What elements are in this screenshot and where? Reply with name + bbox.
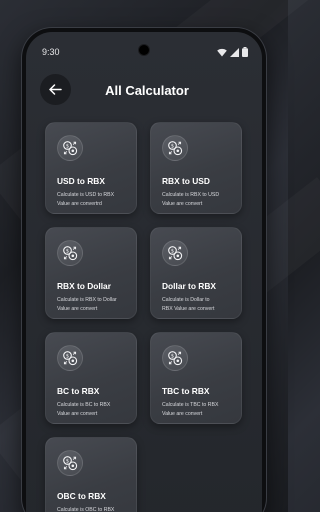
card-description-line: Value are convertrd: [57, 200, 102, 207]
calculator-card-tbc-to-rbx[interactable]: $ TBC to RBX Calculate is TBC to RBX Val…: [150, 332, 242, 424]
card-description-line: Calculate is Dollar to: [162, 297, 210, 303]
calculator-card-rbx-to-dollar[interactable]: $ RBX to Dollar Calculate is RBX to Doll…: [45, 227, 137, 319]
svg-text:$: $: [171, 248, 174, 254]
camera-cutout: [138, 44, 150, 56]
calculator-card-usd-to-rbx[interactable]: $ USD to RBX Calculate is USD to RBX Val…: [45, 122, 137, 214]
card-title: TBC to RBX: [162, 386, 210, 396]
card-description-line: RBX Value are convert: [162, 305, 215, 312]
coin-exchange-icon: $: [57, 450, 83, 476]
coin-exchange-icon: $: [57, 135, 83, 161]
card-title: OBC to RBX: [57, 491, 106, 501]
card-title: RBX to Dollar: [57, 281, 111, 291]
card-description: Calculate is Dollar to RBX Value are con…: [162, 296, 241, 313]
svg-text:$: $: [66, 248, 69, 254]
wifi-icon: [217, 48, 227, 56]
card-description-line: Calculate is USD to RBX: [57, 192, 115, 198]
card-description: Calculate is RBX to Dollar Value are con…: [57, 296, 136, 313]
battery-icon: [242, 47, 248, 57]
svg-text:$: $: [171, 143, 174, 149]
calculator-grid: $ USD to RBX Calculate is USD to RBX Val…: [45, 122, 245, 512]
card-description: Calculate is BC to RBX Value are convert: [57, 401, 136, 418]
card-description: Calculate is USD to RBX Value are conver…: [57, 191, 136, 208]
card-description-line: Calculate is RBX to USD: [162, 192, 220, 198]
arrow-left-icon: [49, 84, 62, 95]
svg-text:$: $: [66, 353, 69, 359]
calculator-card-obc-to-rbx[interactable]: $ OBC to RBX Calculate is OBC to RBX Val…: [45, 437, 137, 512]
card-description-line: Calculate is OBC to RBX: [57, 507, 115, 512]
card-description-line: Calculate is RBX to Dollar: [57, 297, 117, 303]
signal-icon: [230, 47, 239, 57]
card-title: USD to RBX: [57, 176, 105, 186]
card-description-line: Value are convert: [57, 410, 98, 417]
calculator-card-rbx-to-usd[interactable]: $ RBX to USD Calculate is RBX to USD Val…: [150, 122, 242, 214]
calculator-card-bc-to-rbx[interactable]: $ BC to RBX Calculate is BC to RBX Value…: [45, 332, 137, 424]
phone-frame: 9:30 All Calculator $ USD to RBX Calcula…: [22, 28, 266, 512]
card-title: BC to RBX: [57, 386, 100, 396]
status-bar: 9:30: [26, 32, 262, 72]
card-description: Calculate is OBC to RBX Value are conver…: [57, 506, 136, 512]
coin-exchange-icon: $: [57, 240, 83, 266]
coin-exchange-icon: $: [162, 135, 188, 161]
back-button[interactable]: [40, 74, 71, 105]
card-description: Calculate is TBC to RBX Value are conver…: [162, 401, 241, 418]
card-description-line: Value are convert: [57, 305, 98, 312]
card-title: Dollar to RBX: [162, 281, 216, 291]
card-description-line: Value are convert: [162, 410, 203, 417]
coin-exchange-icon: $: [162, 345, 188, 371]
coin-exchange-icon: $: [162, 240, 188, 266]
status-icons: [217, 47, 248, 57]
app-screen: 9:30 All Calculator $ USD to RBX Calcula…: [26, 32, 262, 512]
card-title: RBX to USD: [162, 176, 210, 186]
calculator-card-dollar-to-rbx[interactable]: $ Dollar to RBX Calculate is Dollar to R…: [150, 227, 242, 319]
card-description-line: Calculate is TBC to RBX: [162, 402, 219, 408]
status-time: 9:30: [42, 47, 60, 57]
coin-exchange-icon: $: [57, 345, 83, 371]
svg-text:$: $: [66, 458, 69, 464]
card-description-line: Calculate is BC to RBX: [57, 402, 111, 408]
svg-text:$: $: [66, 143, 69, 149]
card-description-line: Value are convert: [162, 200, 203, 207]
app-bar: All Calculator: [26, 72, 262, 108]
svg-text:$: $: [171, 353, 174, 359]
card-description: Calculate is RBX to USD Value are conver…: [162, 191, 241, 208]
